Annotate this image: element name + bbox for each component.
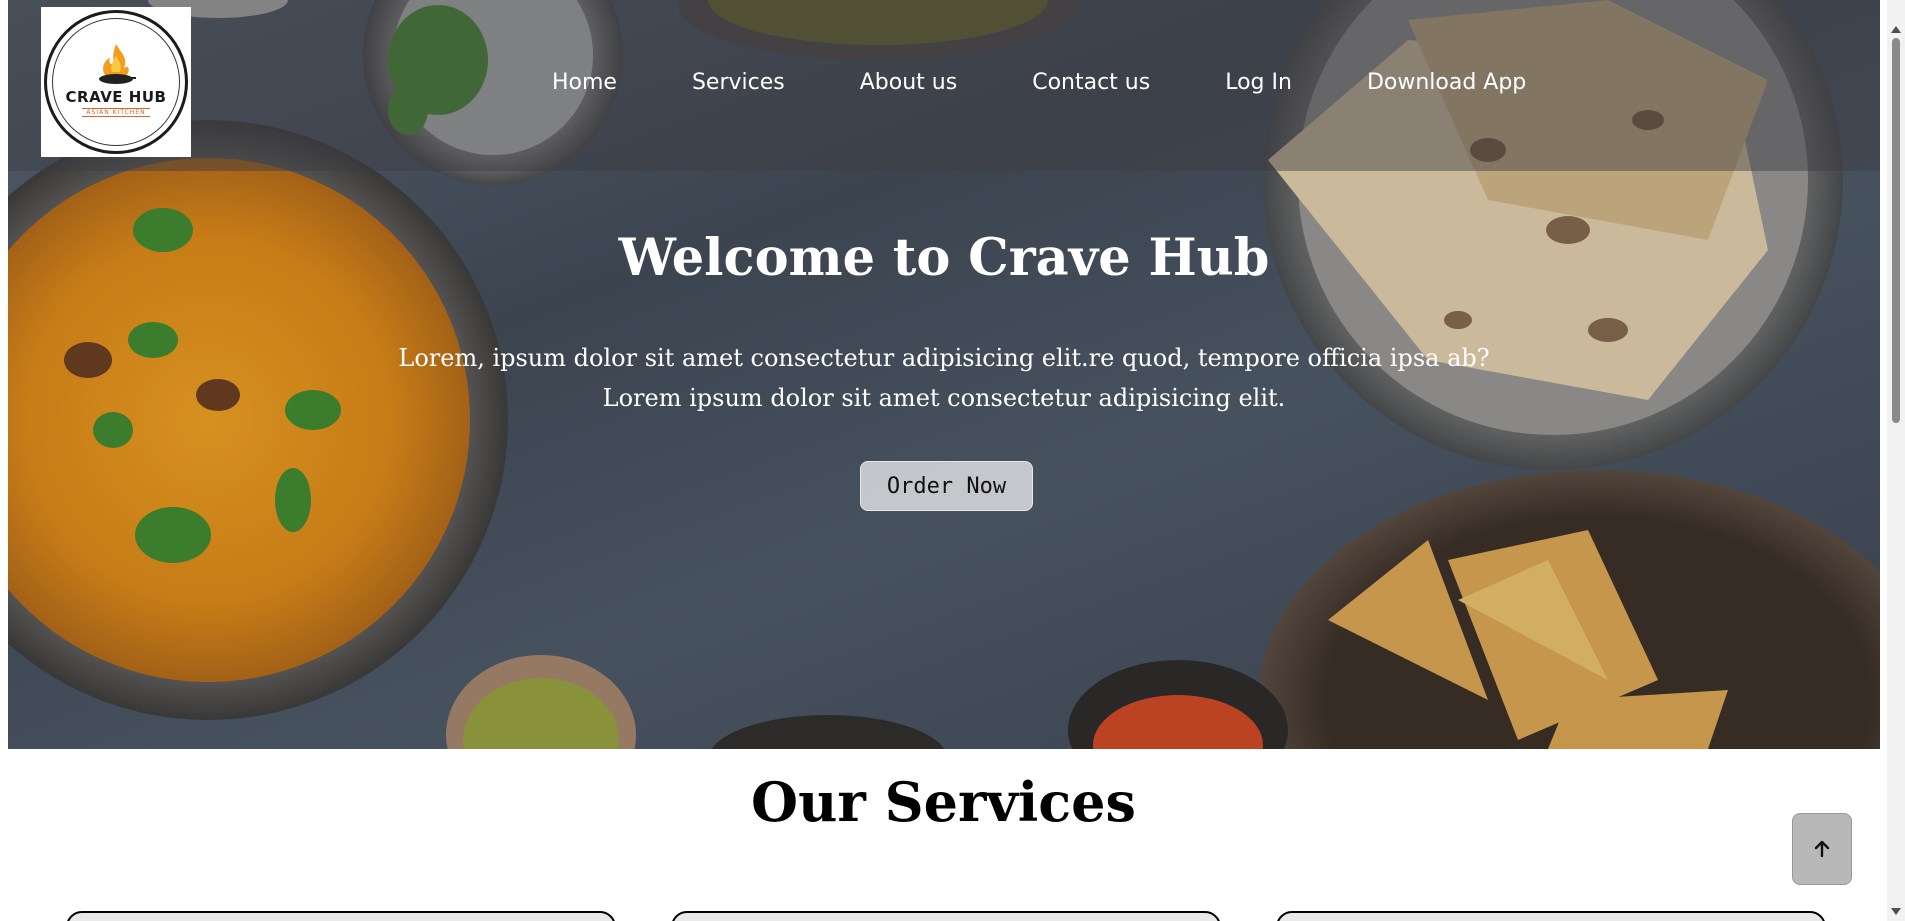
service-card[interactable] xyxy=(66,911,616,921)
services-heading: Our Services xyxy=(751,770,1136,834)
main-nav: Home Services About us Contact us Log In… xyxy=(552,70,1601,95)
back-to-top-button[interactable] xyxy=(1792,813,1852,885)
nav-home[interactable]: Home xyxy=(552,70,617,95)
nav-services[interactable]: Services xyxy=(692,70,785,95)
logo-name: CRAVE HUB xyxy=(65,87,167,106)
scrollbar-thumb[interactable] xyxy=(1892,38,1900,423)
scroll-down-arrow-icon[interactable] xyxy=(1891,908,1901,915)
nav-download-app[interactable]: Download App xyxy=(1367,70,1526,95)
hero-section: CRAVE HUB ASIAN KITCHEN Home Services Ab… xyxy=(8,0,1880,749)
nav-log-in[interactable]: Log In xyxy=(1225,70,1292,95)
page-scrollbar[interactable] xyxy=(1887,0,1905,921)
nav-about-us[interactable]: About us xyxy=(860,70,957,95)
service-card[interactable] xyxy=(1276,911,1826,921)
service-card[interactable] xyxy=(671,911,1221,921)
crave-hub-logo[interactable]: CRAVE HUB ASIAN KITCHEN xyxy=(41,7,191,157)
nav-contact-us[interactable]: Contact us xyxy=(1032,70,1150,95)
navbar: CRAVE HUB ASIAN KITCHEN Home Services Ab… xyxy=(8,0,1880,171)
arrow-up-icon xyxy=(1814,840,1830,858)
flame-pan-icon xyxy=(99,43,136,84)
hero-description-line-2: Lorem ipsum dolor sit amet consectetur a… xyxy=(602,384,1286,412)
hero-title: Welcome to Crave Hub xyxy=(618,228,1270,288)
scroll-up-arrow-icon[interactable] xyxy=(1891,26,1901,33)
logo-badge: CRAVE HUB ASIAN KITCHEN xyxy=(44,10,188,154)
page: CRAVE HUB ASIAN KITCHEN Home Services Ab… xyxy=(0,0,1887,921)
hero-description: Lorem, ipsum dolor sit amet consectetur … xyxy=(8,338,1880,418)
logo-tagline: ASIAN KITCHEN xyxy=(82,107,150,117)
order-now-button[interactable]: Order Now xyxy=(860,461,1033,511)
hero-description-line-1: Lorem, ipsum dolor sit amet consectetur … xyxy=(398,344,1490,372)
